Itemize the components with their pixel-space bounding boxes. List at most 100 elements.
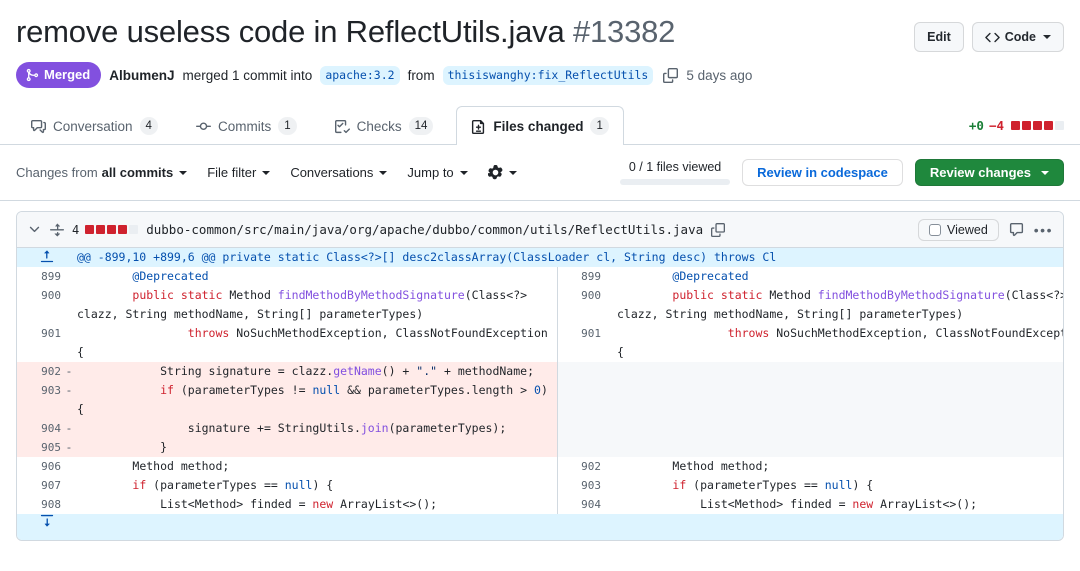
code-right[interactable]: throws NoSuchMethodException, ClassNotFo… — [617, 324, 1063, 362]
status-badge: Merged — [16, 62, 102, 88]
line-marker-left — [61, 476, 77, 495]
line-marker-right — [601, 495, 617, 514]
line-number-right[interactable]: 899 — [556, 267, 601, 286]
code-left[interactable]: Method method; — [77, 457, 557, 476]
file-header: 4 dubbo-common/src/main/java/org/apache/… — [17, 212, 1063, 248]
review-in-codespace-button[interactable]: Review in codespace — [742, 159, 903, 186]
edit-button[interactable]: Edit — [914, 22, 964, 52]
file-filter-dropdown[interactable]: File filter — [207, 165, 271, 180]
pr-title-text: remove useless code in ReflectUtils.java — [16, 14, 565, 49]
code-left[interactable]: public static Method findMethodByMethodS… — [77, 286, 557, 324]
jump-to-dropdown[interactable]: Jump to — [407, 165, 468, 180]
diff-row-deletion: 903 - if (parameterTypes != null && para… — [17, 381, 1063, 419]
chevron-down-icon — [1043, 35, 1051, 39]
page-title: remove useless code in ReflectUtils.java… — [16, 14, 914, 51]
viewed-toggle[interactable]: Viewed — [918, 218, 999, 241]
expand-up-button[interactable] — [17, 248, 77, 267]
line-number-left[interactable]: 902 — [17, 362, 61, 381]
line-number-left[interactable]: 901 — [17, 324, 61, 362]
line-number-left[interactable]: 904 — [17, 419, 61, 438]
file-path[interactable]: dubbo-common/src/main/java/org/apache/du… — [146, 222, 703, 237]
file-diffstat-block — [85, 225, 95, 234]
code-right[interactable]: public static Method findMethodByMethodS… — [617, 286, 1063, 324]
pr-number: #13382 — [572, 14, 676, 49]
git-commit-icon — [195, 119, 211, 134]
chevron-down-icon — [508, 170, 517, 175]
line-number-right[interactable]: 902 — [556, 457, 601, 476]
code-left[interactable]: } — [77, 438, 557, 457]
diffstat-block — [1022, 121, 1031, 130]
code-button[interactable]: Code — [971, 22, 1064, 52]
code-left[interactable]: String signature = clazz.getName() + "."… — [77, 362, 557, 381]
code-left[interactable]: signature += StringUtils.join(parameterT… — [77, 419, 557, 438]
line-marker-left — [61, 286, 77, 324]
expand-down-button[interactable] — [17, 514, 77, 540]
diffstat-block — [1033, 121, 1042, 130]
code-right[interactable]: @Deprecated — [617, 267, 1063, 286]
line-marker-left — [61, 324, 77, 362]
file-options-kebab-icon[interactable]: ••• — [1034, 223, 1053, 237]
tab-checks[interactable]: Checks 14 — [320, 106, 449, 145]
tab-commits[interactable]: Commits 1 — [181, 106, 312, 145]
code-left[interactable]: throws NoSuchMethodException, ClassNotFo… — [77, 324, 557, 362]
head-branch-chip[interactable]: thisiswanghy:fix_ReflectUtils — [442, 65, 654, 85]
diff-row: 907 if (parameterTypes == null) { 903 if… — [17, 476, 1063, 495]
code-left[interactable]: @Deprecated — [77, 267, 557, 286]
copy-path-icon[interactable] — [711, 222, 726, 237]
diffstat-block — [1055, 121, 1064, 130]
file-change-count: 4 — [72, 223, 139, 237]
diffstat-blocks — [1011, 121, 1064, 130]
line-number-left[interactable]: 906 — [17, 457, 61, 476]
line-number-left[interactable]: 903 — [17, 381, 61, 419]
files-viewed-progress: 0 / 1 files viewed — [620, 160, 731, 185]
line-marker-right — [601, 381, 617, 419]
tab-files-changed[interactable]: Files changed 1 — [456, 106, 624, 145]
conversations-dropdown[interactable]: Conversations — [290, 165, 388, 180]
merge-author[interactable]: AlbumenJ — [109, 68, 174, 83]
line-marker-right — [601, 476, 617, 495]
line-number-right[interactable]: 903 — [556, 476, 601, 495]
file-filter-label: File filter — [207, 165, 257, 180]
viewed-label: Viewed — [947, 222, 988, 237]
review-changes-button[interactable]: Review changes — [914, 159, 1064, 186]
line-number-right[interactable]: 901 — [556, 324, 601, 362]
diff-table: @@ -899,10 +899,6 @@ private static Clas… — [17, 248, 1063, 540]
chevron-down-icon[interactable] — [27, 222, 42, 237]
pr-tabs: Conversation 4 Commits 1 Checks 14 Files… — [0, 106, 1080, 145]
diff-settings-dropdown[interactable] — [487, 165, 517, 180]
edit-button-label: Edit — [927, 30, 951, 44]
code-right[interactable]: if (parameterTypes == null) { — [617, 476, 1063, 495]
tab-conversation[interactable]: Conversation 4 — [16, 106, 173, 145]
line-number-left[interactable]: 899 — [17, 267, 61, 286]
line-number-right — [556, 419, 601, 438]
file-header-actions: Viewed ••• — [918, 218, 1053, 241]
code-left[interactable]: if (parameterTypes == null) { — [77, 476, 557, 495]
code-left[interactable]: if (parameterTypes != null && parameterT… — [77, 381, 557, 419]
tab-checks-label: Checks — [356, 118, 402, 134]
viewed-checkbox[interactable] — [929, 223, 941, 236]
line-marker-left — [61, 495, 77, 514]
diff-toolbar: Changes from all commits File filter Con… — [0, 145, 1080, 201]
diff-row-deletion: 905 - } — [17, 438, 1063, 457]
changes-from-dropdown[interactable]: Changes from all commits — [16, 165, 188, 180]
unfold-icon[interactable] — [50, 223, 64, 237]
comment-icon[interactable] — [1009, 222, 1024, 237]
changes-from-value: all commits — [101, 165, 174, 180]
diffstat-summary: +0 −4 — [969, 118, 1064, 144]
line-number-right[interactable]: 900 — [556, 286, 601, 324]
line-number-left[interactable]: 908 — [17, 495, 61, 514]
code-left[interactable]: List<Method> finded = new ArrayList<>(); — [77, 495, 557, 514]
code-right[interactable]: List<Method> finded = new ArrayList<>(); — [617, 495, 1063, 514]
status-badge-label: Merged — [44, 67, 91, 82]
line-number-left[interactable]: 905 — [17, 438, 61, 457]
pr-title-wrap: remove useless code in ReflectUtils.java… — [16, 14, 914, 51]
diff-row: 901 throws NoSuchMethodException, ClassN… — [17, 324, 1063, 362]
code-right[interactable]: Method method; — [617, 457, 1063, 476]
gear-icon — [487, 165, 503, 180]
base-branch-chip[interactable]: apache:3.2 — [320, 65, 400, 85]
line-number-right[interactable]: 904 — [556, 495, 601, 514]
hunk-header-text: @@ -899,10 +899,6 @@ private static Clas… — [77, 248, 1063, 267]
line-number-left[interactable]: 907 — [17, 476, 61, 495]
line-number-left[interactable]: 900 — [17, 286, 61, 324]
copy-icon[interactable] — [663, 67, 679, 83]
